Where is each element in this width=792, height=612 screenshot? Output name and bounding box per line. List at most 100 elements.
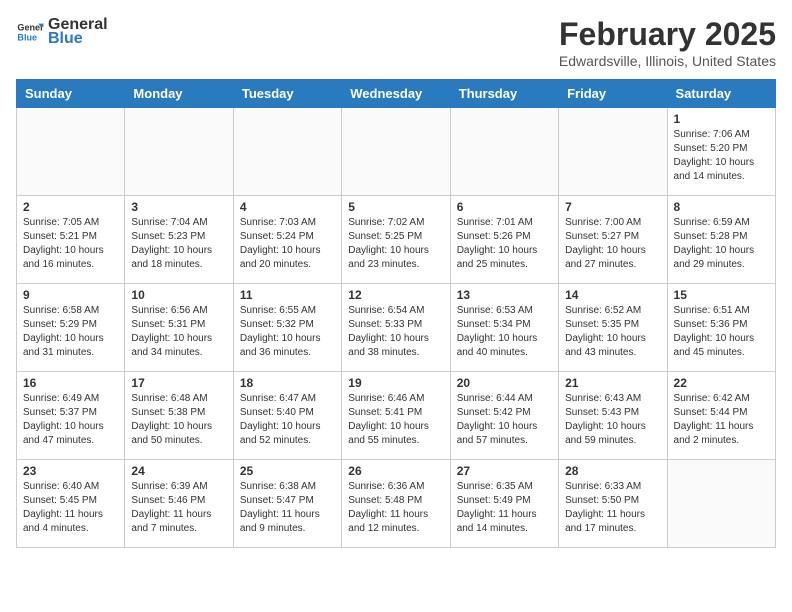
day-info: Sunrise: 6:58 AM Sunset: 5:29 PM Dayligh…: [23, 304, 118, 360]
day-cell: [17, 108, 125, 196]
day-cell: 10 Sunrise: 6:56 AM Sunset: 5:31 PM Dayli…: [125, 284, 233, 372]
day-number: 5: [348, 200, 443, 214]
day-info: Sunrise: 6:33 AM Sunset: 5:50 PM Dayligh…: [565, 480, 660, 536]
day-header-sunday: Sunday: [17, 80, 125, 108]
day-number: 8: [674, 200, 769, 214]
day-info: Sunrise: 6:48 AM Sunset: 5:38 PM Dayligh…: [131, 392, 226, 448]
day-cell: 5 Sunrise: 7:02 AM Sunset: 5:25 PM Daylig…: [342, 196, 450, 284]
day-header-saturday: Saturday: [667, 80, 775, 108]
day-info: Sunrise: 6:38 AM Sunset: 5:47 PM Dayligh…: [240, 480, 335, 536]
header: General Blue General Blue February 2025 …: [16, 16, 776, 69]
day-info: Sunrise: 6:47 AM Sunset: 5:40 PM Dayligh…: [240, 392, 335, 448]
day-header-tuesday: Tuesday: [233, 80, 341, 108]
day-number: 27: [457, 464, 552, 478]
day-number: 12: [348, 288, 443, 302]
day-cell: 12Sunrise: 6:54 AM Sunset: 5:33 PM Dayli…: [342, 284, 450, 372]
day-cell: 14Sunrise: 6:52 AM Sunset: 5:35 PM Dayli…: [559, 284, 667, 372]
week-row-1: 1 Sunrise: 7:06 AM Sunset: 5:20 PM Daylig…: [17, 108, 776, 196]
day-number: 15: [674, 288, 769, 302]
days-of-week-row: SundayMondayTuesdayWednesdayThursdayFrid…: [17, 80, 776, 108]
day-cell: 13 Sunrise: 6:53 AM Sunset: 5:34 PM Dayli…: [450, 284, 558, 372]
day-info: Sunrise: 6:55 AM Sunset: 5:32 PM Dayligh…: [240, 304, 335, 360]
day-cell: 6 Sunrise: 7:01 AM Sunset: 5:26 PM Daylig…: [450, 196, 558, 284]
day-number: 28: [565, 464, 660, 478]
day-number: 16: [23, 376, 118, 390]
day-number: 24: [131, 464, 226, 478]
calendar: SundayMondayTuesdayWednesdayThursdayFrid…: [16, 79, 776, 548]
location: Edwardsville, Illinois, United States: [559, 53, 776, 69]
week-row-3: 9Sunrise: 6:58 AM Sunset: 5:29 PM Daylig…: [17, 284, 776, 372]
day-number: 10: [131, 288, 226, 302]
day-info: Sunrise: 7:06 AM Sunset: 5:20 PM Dayligh…: [674, 128, 769, 184]
day-cell: 9Sunrise: 6:58 AM Sunset: 5:29 PM Daylig…: [17, 284, 125, 372]
day-info: Sunrise: 6:49 AM Sunset: 5:37 PM Dayligh…: [23, 392, 118, 448]
day-number: 23: [23, 464, 118, 478]
day-number: 1: [674, 112, 769, 126]
day-number: 25: [240, 464, 335, 478]
day-cell: 16 Sunrise: 6:49 AM Sunset: 5:37 PM Dayli…: [17, 372, 125, 460]
day-cell: [559, 108, 667, 196]
logo-icon: General Blue: [16, 18, 44, 46]
week-row-2: 2 Sunrise: 7:05 AM Sunset: 5:21 PM Daylig…: [17, 196, 776, 284]
day-header-thursday: Thursday: [450, 80, 558, 108]
day-cell: [667, 460, 775, 548]
calendar-body: 1 Sunrise: 7:06 AM Sunset: 5:20 PM Daylig…: [17, 108, 776, 548]
day-cell: 1 Sunrise: 7:06 AM Sunset: 5:20 PM Daylig…: [667, 108, 775, 196]
day-number: 2: [23, 200, 118, 214]
day-info: Sunrise: 6:35 AM Sunset: 5:49 PM Dayligh…: [457, 480, 552, 536]
day-number: 14: [565, 288, 660, 302]
day-cell: 4 Sunrise: 7:03 AM Sunset: 5:24 PM Daylig…: [233, 196, 341, 284]
day-cell: 15 Sunrise: 6:51 AM Sunset: 5:36 PM Dayli…: [667, 284, 775, 372]
day-number: 26: [348, 464, 443, 478]
day-cell: 18 Sunrise: 6:47 AM Sunset: 5:40 PM Dayli…: [233, 372, 341, 460]
day-cell: 24 Sunrise: 6:39 AM Sunset: 5:46 PM Dayli…: [125, 460, 233, 548]
day-cell: [342, 108, 450, 196]
day-info: Sunrise: 6:51 AM Sunset: 5:36 PM Dayligh…: [674, 304, 769, 360]
day-cell: 21Sunrise: 6:43 AM Sunset: 5:43 PM Dayli…: [559, 372, 667, 460]
day-header-friday: Friday: [559, 80, 667, 108]
day-info: Sunrise: 6:46 AM Sunset: 5:41 PM Dayligh…: [348, 392, 443, 448]
day-cell: 26 Sunrise: 6:36 AM Sunset: 5:48 PM Dayli…: [342, 460, 450, 548]
day-info: Sunrise: 7:05 AM Sunset: 5:21 PM Dayligh…: [23, 216, 118, 272]
logo-blue-text: Blue: [48, 30, 108, 48]
day-info: Sunrise: 6:36 AM Sunset: 5:48 PM Dayligh…: [348, 480, 443, 536]
day-info: Sunrise: 6:59 AM Sunset: 5:28 PM Dayligh…: [674, 216, 769, 272]
day-info: Sunrise: 7:01 AM Sunset: 5:26 PM Dayligh…: [457, 216, 552, 272]
day-number: 19: [348, 376, 443, 390]
day-number: 4: [240, 200, 335, 214]
day-cell: [233, 108, 341, 196]
day-cell: 7Sunrise: 7:00 AM Sunset: 5:27 PM Daylig…: [559, 196, 667, 284]
day-header-monday: Monday: [125, 80, 233, 108]
day-cell: 3 Sunrise: 7:04 AM Sunset: 5:23 PM Daylig…: [125, 196, 233, 284]
day-info: Sunrise: 6:53 AM Sunset: 5:34 PM Dayligh…: [457, 304, 552, 360]
day-number: 22: [674, 376, 769, 390]
day-cell: 8 Sunrise: 6:59 AM Sunset: 5:28 PM Daylig…: [667, 196, 775, 284]
day-cell: 20Sunrise: 6:44 AM Sunset: 5:42 PM Dayli…: [450, 372, 558, 460]
day-info: Sunrise: 7:04 AM Sunset: 5:23 PM Dayligh…: [131, 216, 226, 272]
day-number: 20: [457, 376, 552, 390]
day-info: Sunrise: 6:42 AM Sunset: 5:44 PM Dayligh…: [674, 392, 769, 448]
day-number: 18: [240, 376, 335, 390]
day-info: Sunrise: 7:03 AM Sunset: 5:24 PM Dayligh…: [240, 216, 335, 272]
month-year: February 2025: [559, 16, 776, 53]
week-row-5: 23 Sunrise: 6:40 AM Sunset: 5:45 PM Dayli…: [17, 460, 776, 548]
day-info: Sunrise: 7:02 AM Sunset: 5:25 PM Dayligh…: [348, 216, 443, 272]
day-info: Sunrise: 6:56 AM Sunset: 5:31 PM Dayligh…: [131, 304, 226, 360]
day-cell: 11 Sunrise: 6:55 AM Sunset: 5:32 PM Dayli…: [233, 284, 341, 372]
day-number: 11: [240, 288, 335, 302]
day-number: 13: [457, 288, 552, 302]
day-cell: [450, 108, 558, 196]
day-number: 3: [131, 200, 226, 214]
day-cell: 19 Sunrise: 6:46 AM Sunset: 5:41 PM Dayli…: [342, 372, 450, 460]
day-info: Sunrise: 6:43 AM Sunset: 5:43 PM Dayligh…: [565, 392, 660, 448]
day-info: Sunrise: 6:39 AM Sunset: 5:46 PM Dayligh…: [131, 480, 226, 536]
day-info: Sunrise: 6:40 AM Sunset: 5:45 PM Dayligh…: [23, 480, 118, 536]
day-cell: [125, 108, 233, 196]
day-cell: 17 Sunrise: 6:48 AM Sunset: 5:38 PM Dayli…: [125, 372, 233, 460]
day-number: 17: [131, 376, 226, 390]
day-info: Sunrise: 7:00 AM Sunset: 5:27 PM Dayligh…: [565, 216, 660, 272]
day-cell: 25 Sunrise: 6:38 AM Sunset: 5:47 PM Dayli…: [233, 460, 341, 548]
day-cell: 28 Sunrise: 6:33 AM Sunset: 5:50 PM Dayli…: [559, 460, 667, 548]
day-number: 6: [457, 200, 552, 214]
day-cell: 2 Sunrise: 7:05 AM Sunset: 5:21 PM Daylig…: [17, 196, 125, 284]
